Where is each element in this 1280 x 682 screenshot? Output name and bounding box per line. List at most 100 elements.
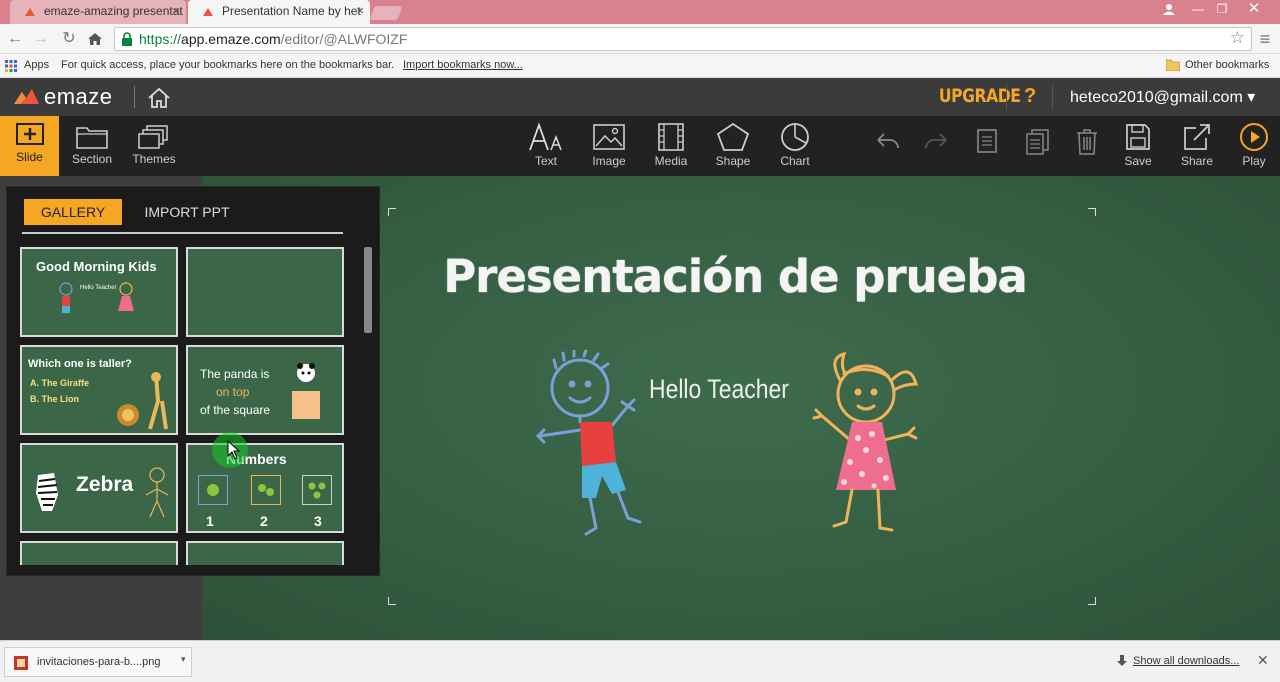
undo-icon	[877, 133, 899, 149]
insert-image-button[interactable]: Image	[584, 116, 634, 176]
url-scheme: https://	[139, 31, 182, 47]
slide-greeting-text[interactable]: Hello Teacher	[649, 374, 789, 405]
thumb-title: Good Morning Kids	[36, 259, 157, 274]
add-section-button[interactable]: Section	[62, 116, 122, 176]
gallery-thumb-blank[interactable]	[186, 247, 344, 337]
kids-illustration	[59, 282, 134, 313]
girl-illustration[interactable]	[800, 350, 930, 540]
pentagon-icon	[716, 122, 750, 151]
emaze-favicon-icon	[203, 8, 213, 16]
close-tab-icon[interactable]: ×	[172, 3, 180, 18]
gallery-thumb-zebra[interactable]: Zebra	[20, 443, 178, 533]
slide-gallery-panel: GALLERY IMPORT PPT Good Morning Kids Hel…	[6, 186, 380, 576]
minimize-icon[interactable]: —	[1186, 0, 1210, 20]
forward-icon[interactable]: →	[30, 28, 52, 50]
delete-button[interactable]	[1068, 116, 1106, 176]
number-frame	[198, 475, 228, 505]
back-icon[interactable]: ←	[4, 28, 26, 50]
download-arrow-icon	[1117, 655, 1127, 666]
show-all-downloads-link[interactable]: Show all downloads...	[1133, 655, 1239, 667]
film-icon	[658, 123, 684, 151]
undo-button[interactable]	[868, 116, 906, 176]
home-icon[interactable]	[84, 28, 106, 50]
bookmarks-hint: For quick access, place your bookmarks h…	[61, 59, 395, 71]
play-button[interactable]: Play	[1232, 116, 1276, 176]
user-email: heteco2010@gmail.com	[1070, 89, 1243, 106]
gallery-thumb-which-taller[interactable]: Which one is taller? A. The Giraffe B. T…	[20, 345, 178, 435]
editor-toolbar: Slide Section Themes Text Image Media Sh…	[0, 116, 1280, 176]
tool-label: Share	[1180, 154, 1214, 168]
browser-tab-editor[interactable]: Presentation Name by het ×	[188, 0, 370, 24]
bookmark-star-icon[interactable]: ☆	[1230, 28, 1245, 48]
gallery-thumb-partial[interactable]	[20, 541, 178, 565]
close-tab-icon[interactable]: ×	[356, 3, 364, 18]
gallery-thumb-panda[interactable]: The panda is on top of the square	[186, 345, 344, 435]
folder-icon	[1166, 59, 1180, 71]
restore-icon[interactable]: ❐	[1210, 0, 1234, 20]
stick-figure-icon	[145, 467, 169, 518]
import-bookmarks-link[interactable]: Import bookmarks now...	[403, 59, 523, 71]
tool-label: Slide	[16, 150, 43, 164]
tool-label: Media	[654, 154, 688, 168]
image-icon	[593, 124, 625, 150]
save-button[interactable]: Save	[1116, 116, 1160, 176]
tab-import-ppt[interactable]: IMPORT PPT	[137, 199, 237, 225]
panda-square-illustration	[292, 363, 320, 419]
emaze-logo-icon[interactable]	[12, 84, 40, 110]
profile-icon[interactable]	[1156, 0, 1182, 20]
new-tab-button[interactable]	[369, 6, 403, 20]
emaze-logo-text[interactable]: emaze	[44, 84, 113, 110]
thumb-mid: on top	[216, 385, 250, 399]
insert-chart-button[interactable]: Chart	[770, 116, 820, 176]
other-bookmarks[interactable]: Other bookmarks	[1185, 59, 1269, 71]
header-divider	[1052, 84, 1053, 110]
home-icon[interactable]	[146, 86, 172, 110]
redo-icon	[925, 133, 947, 149]
share-button[interactable]: Share	[1174, 116, 1220, 176]
selection-corner	[388, 597, 396, 605]
slide-title[interactable]: Presentación de prueba	[420, 250, 1050, 303]
tool-label: Section	[71, 152, 113, 166]
close-icon[interactable]: ✕	[1257, 652, 1269, 669]
redo-button[interactable]	[918, 116, 956, 176]
gallery-thumb-good-morning[interactable]: Good Morning Kids Hello Teacher	[20, 247, 178, 337]
apps-grid-icon[interactable]	[5, 60, 17, 72]
zebra-icon	[36, 473, 58, 511]
tool-label: Chart	[780, 154, 810, 168]
reload-icon[interactable]: ↻	[58, 28, 80, 50]
tab-gallery[interactable]: GALLERY	[24, 199, 122, 225]
duplicate-button[interactable]	[1018, 116, 1056, 176]
user-menu[interactable]: heteco2010@gmail.com ▾	[1070, 87, 1255, 107]
browser-tab-emaze-home[interactable]: emaze-amazing presentat ×	[10, 0, 186, 24]
add-slide-button[interactable]: Slide	[0, 116, 59, 176]
notes-button[interactable]	[968, 116, 1006, 176]
url-input[interactable]: https://app.emaze.com/editor/@ALWFOIZF ☆	[114, 27, 1252, 51]
boy-illustration[interactable]	[530, 350, 650, 540]
download-item[interactable]: invitaciones-para-b....png ▾	[4, 647, 192, 677]
themes-button[interactable]: Themes	[126, 116, 182, 176]
chevron-down-icon[interactable]: ▾	[181, 654, 186, 665]
image-file-icon	[14, 656, 28, 670]
menu-icon[interactable]: ≡	[1254, 28, 1276, 50]
close-window-icon[interactable]: ✕	[1234, 0, 1274, 20]
lock-icon	[122, 32, 132, 46]
insert-shape-button[interactable]: Shape	[708, 116, 758, 176]
selection-corner	[1088, 597, 1096, 605]
thumb-option: B. The Lion	[30, 394, 79, 404]
insert-text-button[interactable]: Text	[520, 116, 572, 176]
url-path: /editor/@ALWFOIZF	[280, 31, 408, 47]
insert-media-button[interactable]: Media	[646, 116, 696, 176]
upgrade-button[interactable]: UPGRADE	[934, 85, 1025, 111]
tool-label: Text	[534, 154, 557, 168]
gallery-thumb-numbers[interactable]: Numbers 1 2 3	[186, 443, 344, 533]
tool-label: Shape	[715, 154, 751, 168]
help-button[interactable]: ?	[1024, 85, 1036, 108]
panel-divider	[22, 232, 343, 234]
text-icon	[529, 122, 562, 151]
apps-link[interactable]: Apps	[24, 59, 49, 71]
gallery-thumb-partial[interactable]	[186, 541, 344, 565]
gallery-scrollbar[interactable]	[364, 247, 372, 333]
tool-label: Save	[1124, 154, 1152, 168]
address-bar-row: ← → ↻ https://app.emaze.com/editor/@ALWF…	[0, 24, 1280, 54]
play-icon	[1240, 123, 1268, 151]
